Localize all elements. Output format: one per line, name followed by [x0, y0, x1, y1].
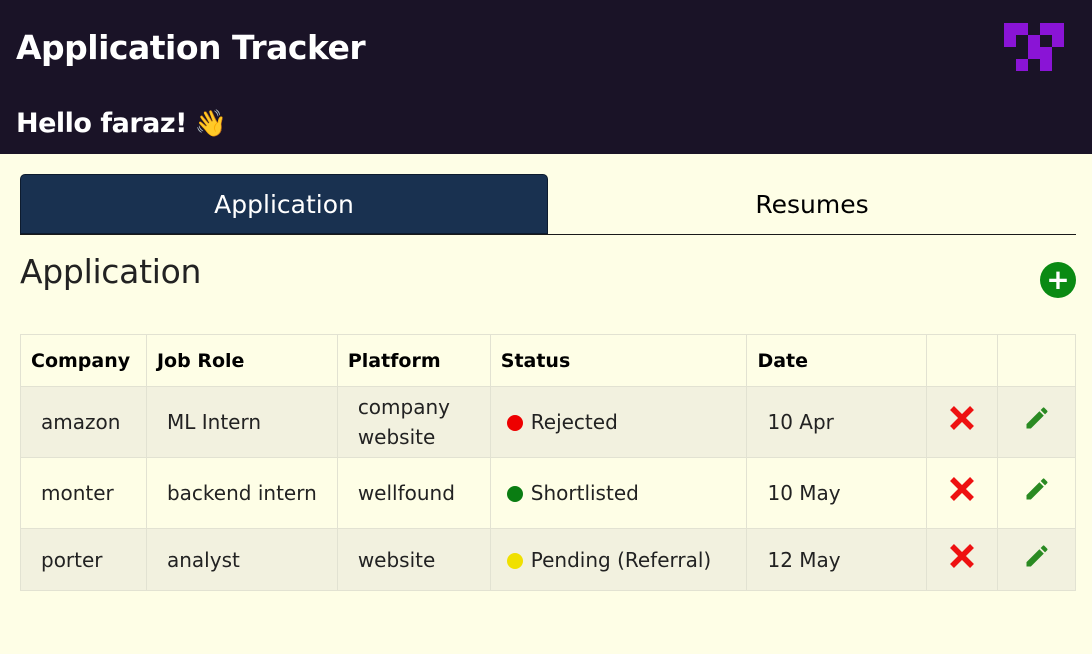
cell-job-role: ML Intern: [145, 386, 338, 458]
app-logo-icon: [1004, 23, 1064, 71]
column-header-status: Status: [489, 334, 748, 387]
applications-table: Company Job Role Platform Status Date am…: [20, 334, 1076, 591]
column-header-company: Company: [20, 334, 147, 387]
cell-edit: [997, 457, 1076, 529]
plus-icon: +: [1046, 263, 1070, 296]
status-text: Shortlisted: [530, 481, 639, 505]
column-header-delete: [926, 334, 999, 387]
add-application-button[interactable]: +: [1040, 262, 1076, 298]
cell-edit: [997, 386, 1076, 458]
table-row: amazon ML Intern company website Rejecte…: [20, 386, 1076, 458]
cell-date: 10 May: [746, 457, 928, 529]
cell-company: porter: [20, 528, 147, 591]
status-dot: [506, 486, 523, 502]
status-text: Rejected: [530, 410, 618, 434]
cell-platform: company website: [336, 386, 491, 458]
edit-button[interactable]: [1023, 542, 1051, 578]
status-text: Pending (Referral): [530, 547, 712, 572]
delete-button[interactable]: [947, 541, 977, 579]
cell-delete: [926, 528, 999, 591]
cell-platform: website: [336, 528, 491, 591]
cell-delete: [926, 386, 999, 458]
tab-bar: Application Resumes: [20, 174, 1076, 235]
greeting: Hello faraz! 👋: [16, 108, 227, 139]
cell-job-role: analyst: [145, 528, 338, 591]
tab-resumes[interactable]: Resumes: [548, 174, 1076, 234]
column-header-platform: Platform: [336, 334, 491, 387]
cell-company: amazon: [20, 386, 147, 458]
delete-button[interactable]: [947, 474, 977, 512]
cell-edit: [997, 528, 1076, 591]
table-row: porter analyst website Pending (Referral…: [20, 528, 1076, 591]
table-row: monter backend intern wellfound Shortlis…: [20, 457, 1076, 529]
cell-status: Pending (Referral): [489, 528, 748, 591]
edit-button[interactable]: [1023, 475, 1051, 511]
cell-company: monter: [20, 457, 147, 529]
section-title: Application: [20, 252, 202, 291]
pencil-icon: [1026, 478, 1048, 500]
close-icon: [950, 406, 975, 430]
cell-status: Rejected: [489, 386, 748, 458]
column-header-edit: [997, 334, 1076, 387]
cell-date: 10 Apr: [746, 386, 928, 458]
cell-job-role: backend intern: [145, 457, 338, 529]
status-dot: [506, 415, 523, 431]
greeting-text: Hello faraz!: [16, 108, 187, 139]
waving-hand-icon: 👋: [194, 108, 227, 139]
status-dot: [506, 552, 523, 569]
close-icon: [950, 477, 975, 501]
delete-button[interactable]: [947, 403, 977, 441]
cell-delete: [926, 457, 999, 529]
close-icon: [950, 543, 975, 568]
table-header-row: Company Job Role Platform Status Date: [20, 334, 1076, 387]
app-header: Application Tracker Hello faraz! 👋: [0, 0, 1092, 154]
pencil-icon: [1026, 544, 1048, 566]
pencil-icon: [1026, 407, 1048, 429]
column-header-date: Date: [746, 334, 928, 387]
cell-date: 12 May: [746, 528, 928, 591]
tab-application[interactable]: Application: [20, 174, 548, 234]
app-title: Application Tracker: [16, 28, 366, 67]
cell-platform: wellfound: [336, 457, 491, 529]
column-header-job-role: Job Role: [145, 334, 338, 387]
cell-status: Shortlisted: [489, 457, 748, 529]
edit-button[interactable]: [1023, 404, 1051, 440]
